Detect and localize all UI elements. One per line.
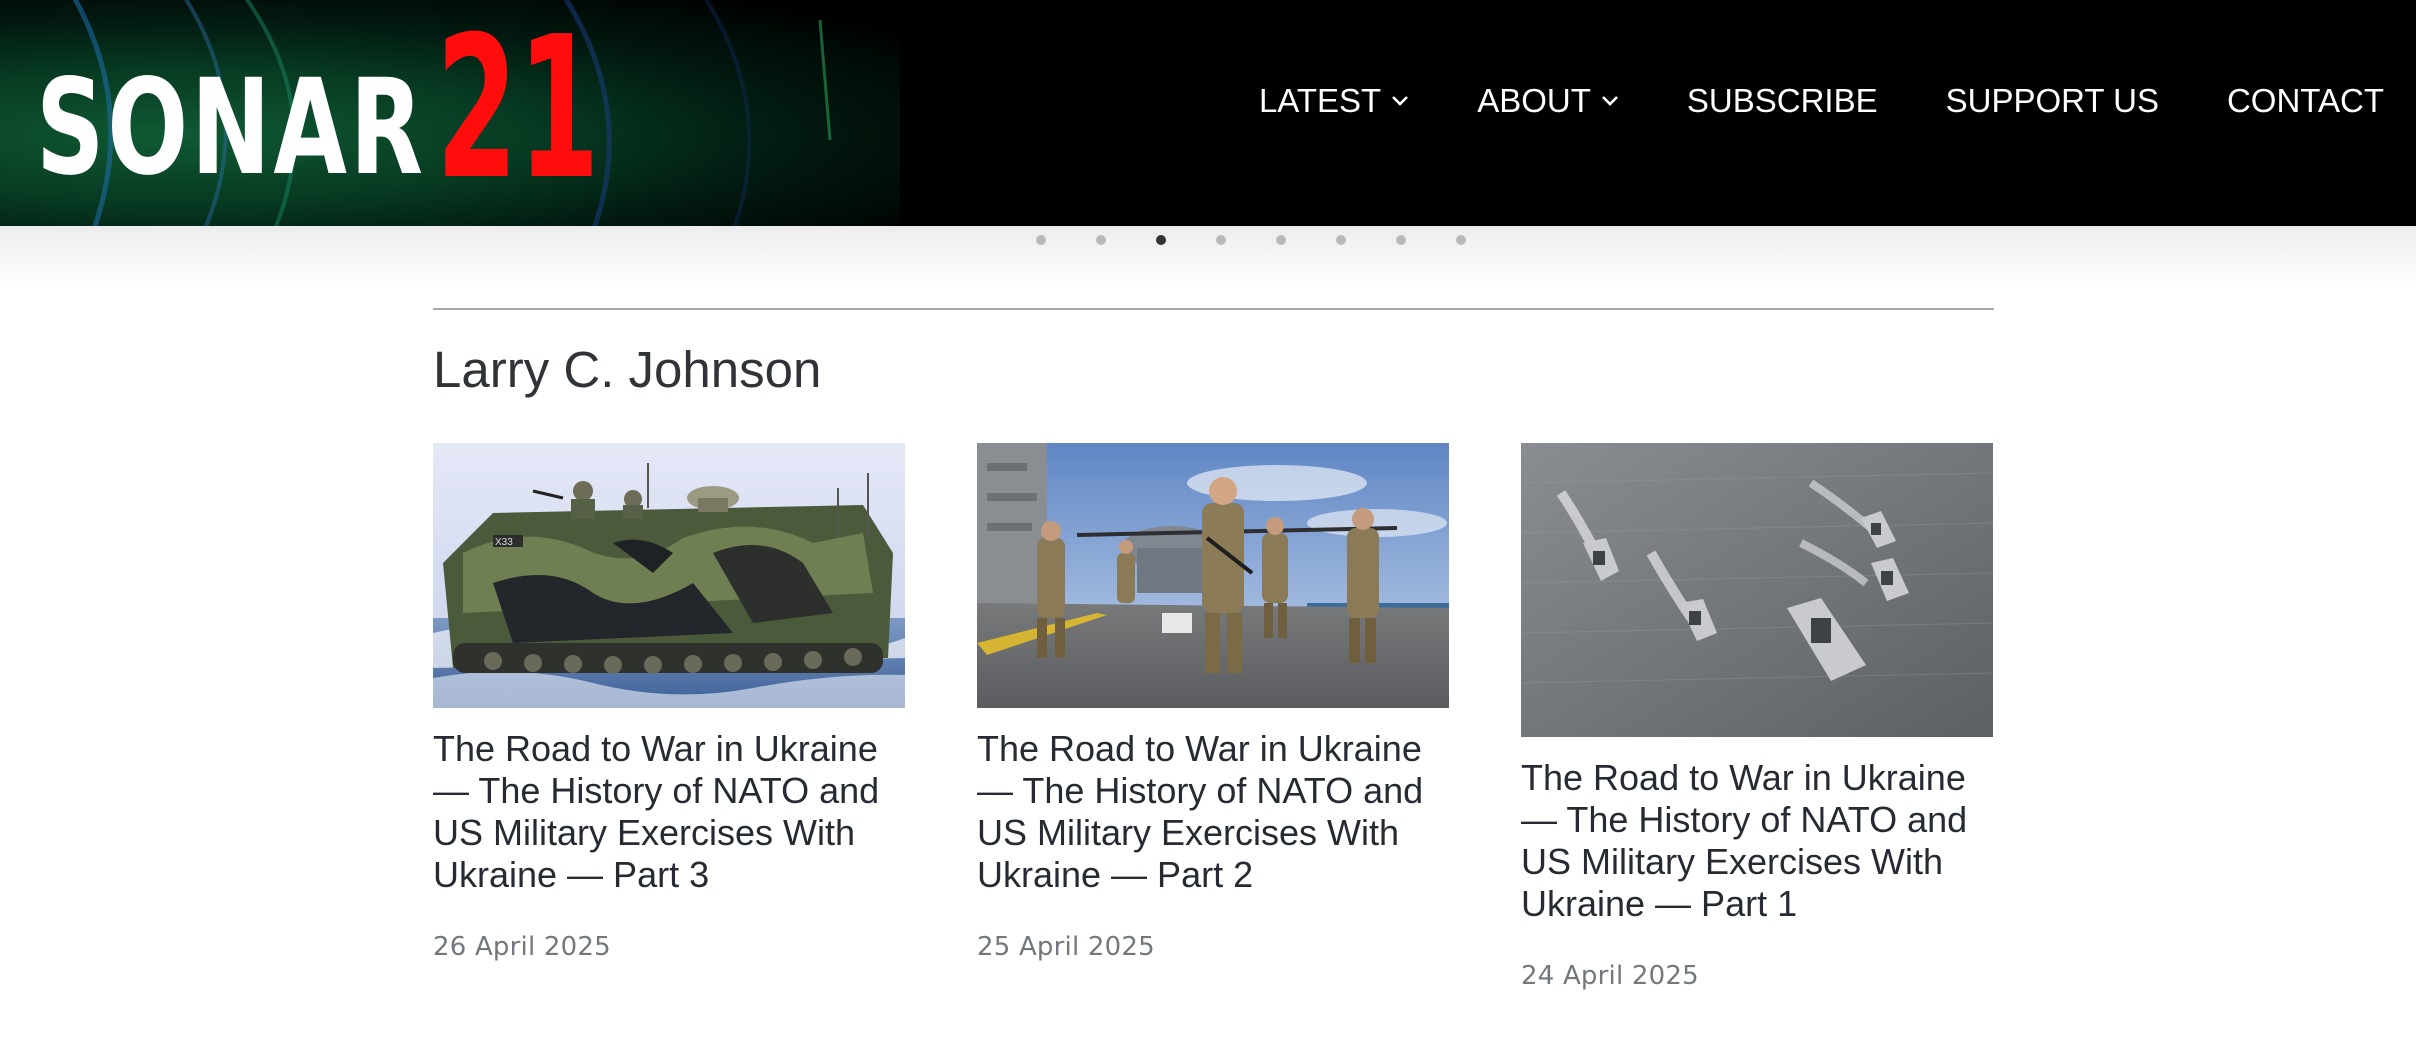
post-date: 24 April 2025	[1521, 961, 1699, 991]
post-title[interactable]: The Road to War in Ukraine — The History…	[433, 728, 905, 896]
nav-item-label: ABOUT	[1477, 82, 1591, 119]
logo-text: SONAR	[36, 51, 426, 205]
author-heading: Larry C. Johnson	[433, 341, 822, 398]
post-thumbnail[interactable]	[977, 443, 1449, 708]
naval-ships-formation-photo	[1521, 443, 1993, 737]
carousel-dot[interactable]	[1336, 235, 1346, 245]
carousel-dot[interactable]	[1276, 235, 1286, 245]
chevron-down-icon	[1601, 95, 1619, 107]
nav-item-label: SUBSCRIBE	[1686, 82, 1878, 119]
nav-item-subscribe[interactable]: SUBSCRIBE	[1687, 82, 1878, 120]
post-card: X33 The Road to War in Ukraine — The His…	[433, 443, 905, 962]
post-card: The Road to War in Ukraine — The History…	[977, 443, 1449, 962]
carousel-dot[interactable]	[1156, 235, 1166, 245]
nav-item-label: SUPPORT US	[1945, 82, 2159, 119]
post-title[interactable]: The Road to War in Ukraine — The History…	[977, 728, 1449, 896]
nav-item-label: LATEST	[1258, 82, 1382, 119]
post-thumbnail[interactable]: X33	[433, 443, 905, 708]
section-divider	[433, 308, 1994, 310]
post-title[interactable]: The Road to War in Ukraine — The History…	[1521, 757, 1993, 925]
amphibious-assault-vehicle-photo: X33	[433, 443, 905, 708]
marines-on-flight-deck-photo	[977, 443, 1449, 708]
carousel-dot[interactable]	[1216, 235, 1226, 245]
site-header: SONAR 21 LATEST ABOUT SUBSCRIBE SUPPORT …	[0, 0, 2416, 226]
chevron-down-icon	[1391, 95, 1409, 107]
carousel-dot[interactable]	[1096, 235, 1106, 245]
logo-number: 21	[436, 0, 600, 224]
carousel-dot[interactable]	[1036, 235, 1046, 245]
nav-item-support-us[interactable]: SUPPORT US	[1946, 82, 2159, 120]
carousel-dot[interactable]	[1396, 235, 1406, 245]
nav-item-latest[interactable]: LATEST	[1259, 82, 1409, 120]
main-nav: LATEST ABOUT SUBSCRIBE SUPPORT US CONTAC…	[1259, 82, 2384, 120]
post-thumbnail[interactable]	[1521, 443, 1993, 737]
carousel-dots	[1036, 235, 1466, 245]
carousel-dot[interactable]	[1456, 235, 1466, 245]
nav-item-about[interactable]: ABOUT	[1477, 82, 1619, 120]
post-card: The Road to War in Ukraine — The History…	[1521, 443, 1993, 991]
nav-item-label: CONTACT	[2226, 82, 2384, 119]
svg-text:X33: X33	[495, 537, 513, 548]
site-logo[interactable]: SONAR 21	[36, 0, 709, 224]
post-date: 26 April 2025	[433, 932, 611, 962]
nav-item-contact[interactable]: CONTACT	[2227, 82, 2384, 120]
post-date: 25 April 2025	[977, 932, 1155, 962]
